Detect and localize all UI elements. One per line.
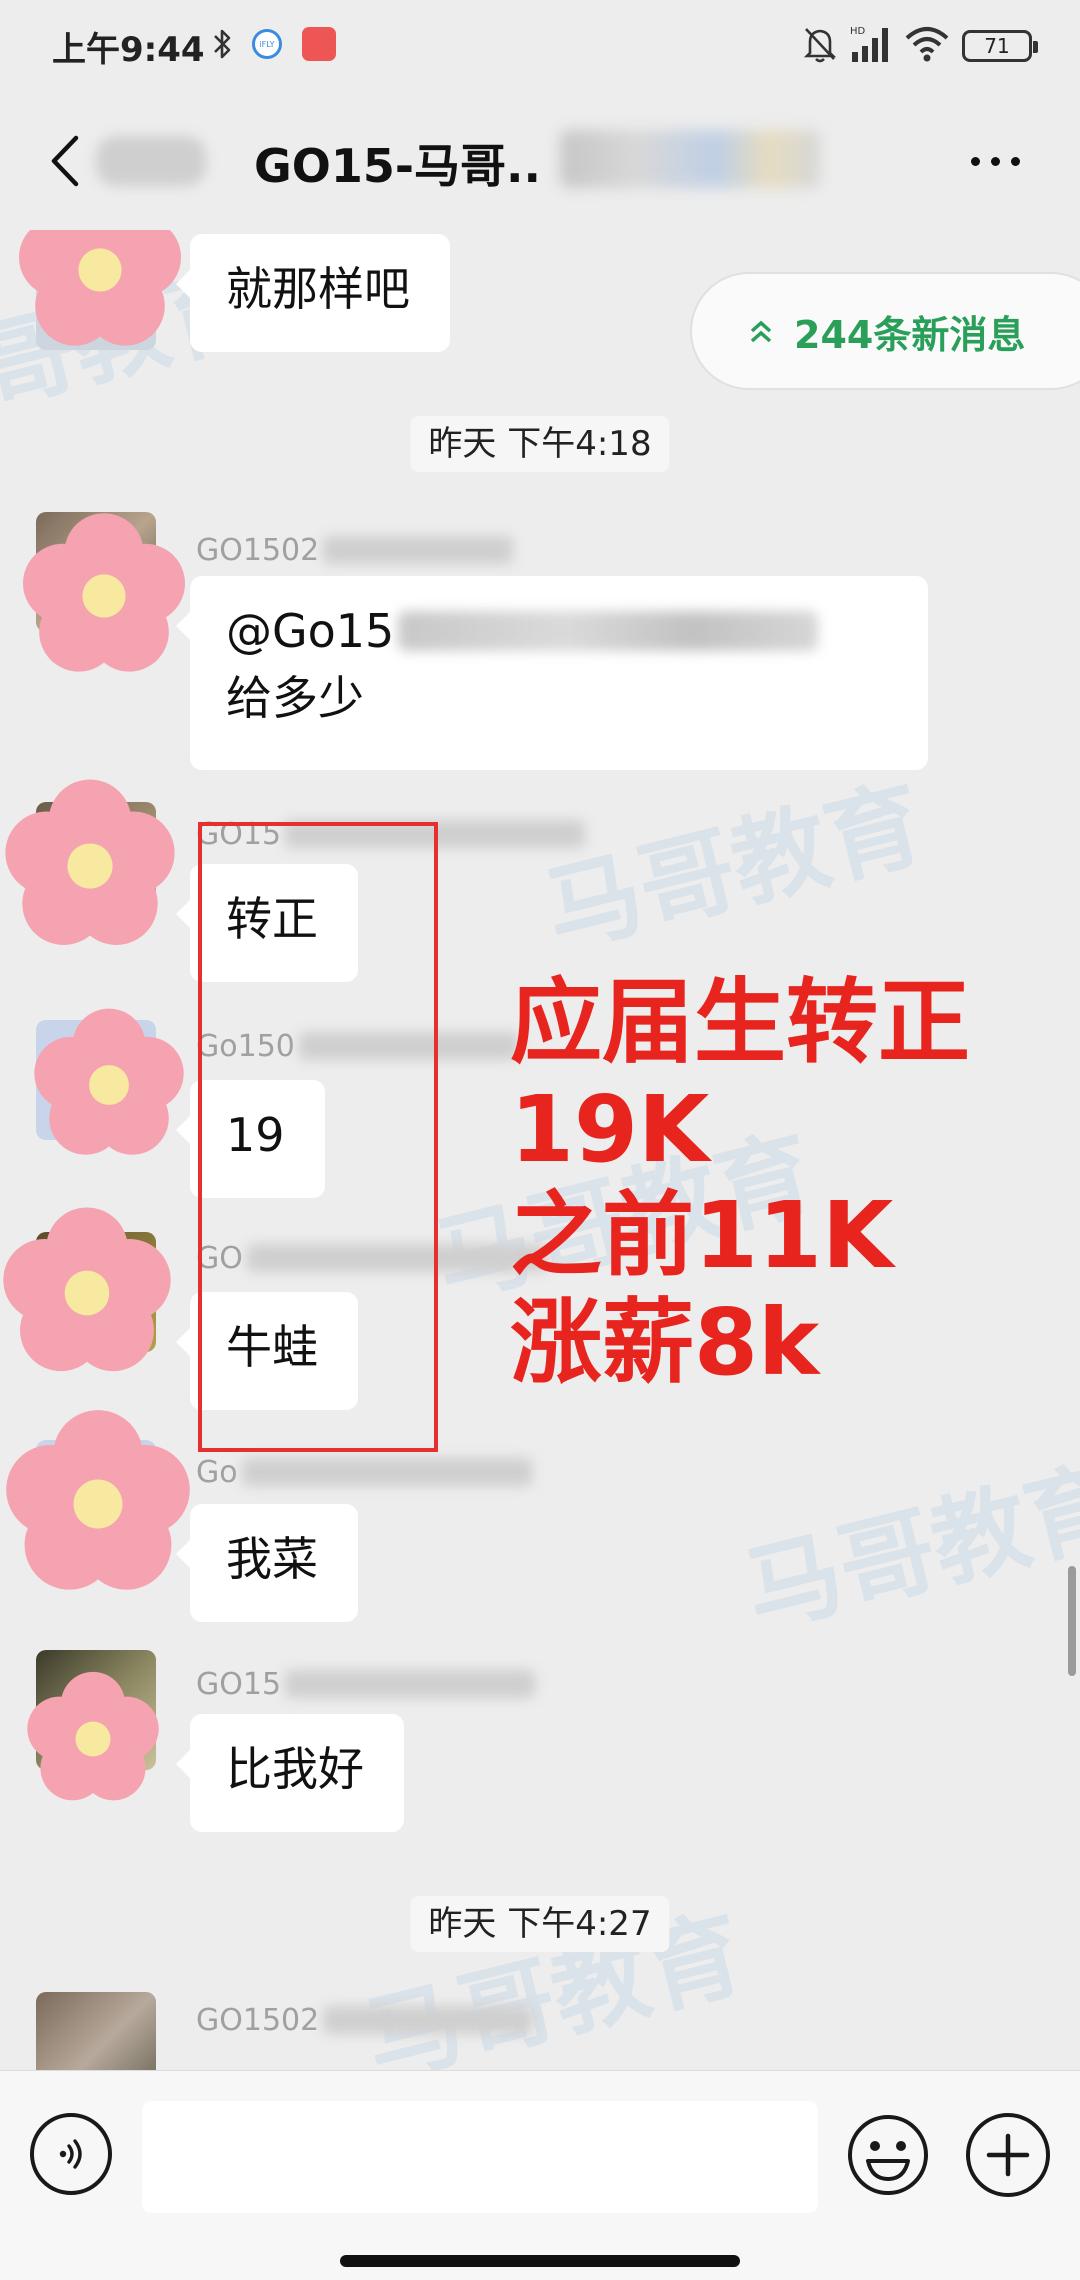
title-suffix-blurred <box>560 130 820 188</box>
watermark: 马哥教育 <box>734 1446 1080 1649</box>
message-text: 给多少 <box>226 670 364 725</box>
message-bubble[interactable]: @Go15 给多少 <box>176 576 928 770</box>
new-messages-button[interactable]: 244条新消息 <box>690 272 1080 390</box>
timestamp: 昨天 下午4:27 <box>392 1890 687 1952</box>
battery-icon: 71 <box>962 30 1038 62</box>
flower-sticker-icon <box>23 513 185 672</box>
sender-name: GO1502 <box>196 530 514 570</box>
flower-sticker-icon <box>34 1008 184 1155</box>
bluetooth-icon <box>208 22 238 66</box>
new-messages-label: 244条新消息 <box>794 312 1026 357</box>
sender-name: Go <box>196 1452 532 1492</box>
annotation-text: 应届生转正 19K 之前11K 涨薪8k <box>510 969 971 1397</box>
message-input-bar <box>0 2070 1080 2280</box>
chat-header: GO15-马哥.. <box>0 96 1080 230</box>
message-input[interactable] <box>142 2101 818 2213</box>
scrollbar-thumb[interactable] <box>1068 1566 1076 1676</box>
sender-name: GO1502 <box>196 2000 534 2040</box>
flower-sticker-icon <box>3 1207 171 1372</box>
signal-icon: HD <box>848 22 892 66</box>
more-dots-icon[interactable] <box>960 136 1030 186</box>
chat-message-list[interactable]: 马哥教育 马哥教育 马哥教育 马哥教育 马哥教育 就那样吧 244条新消息 昨天… <box>0 230 1080 2070</box>
avatar[interactable] <box>36 1992 156 2070</box>
message-bubble[interactable]: 比我好 <box>176 1714 404 1832</box>
double-chevron-up-icon <box>750 320 772 343</box>
sender-name: GO15 <box>196 1664 536 1704</box>
status-time: 上午9:44 <box>52 30 205 70</box>
chat-title[interactable]: GO15-马哥.. <box>254 130 541 196</box>
chevron-left-icon[interactable] <box>40 126 90 196</box>
flower-sticker-icon <box>27 1671 159 1801</box>
red-app-icon <box>300 22 338 66</box>
unread-count-blurred <box>96 136 206 186</box>
bell-muted-icon <box>800 22 840 66</box>
timestamp: 昨天 下午4:18 <box>392 410 687 472</box>
watermark: 马哥教育 <box>534 766 934 969</box>
mention-text: @Go15 <box>226 604 395 658</box>
voice-icon[interactable] <box>30 2113 112 2195</box>
flower-sticker-icon <box>5 779 175 945</box>
status-bar: 上午9:44 iFLY HD 71 <box>0 0 1080 96</box>
message-bubble[interactable]: 我菜 <box>176 1504 358 1622</box>
message-bubble[interactable]: 就那样吧 <box>176 234 450 352</box>
svg-text:HD: HD <box>850 26 866 37</box>
annotation-highlight-box <box>198 822 438 1452</box>
plus-icon[interactable] <box>966 2113 1050 2197</box>
flower-sticker-icon <box>19 230 181 346</box>
ifly-app-icon: iFLY <box>250 22 284 66</box>
home-indicator[interactable] <box>340 2255 740 2267</box>
emoji-icon[interactable] <box>846 2113 930 2197</box>
flower-sticker-icon <box>6 1410 190 1590</box>
wifi-icon <box>904 22 950 66</box>
